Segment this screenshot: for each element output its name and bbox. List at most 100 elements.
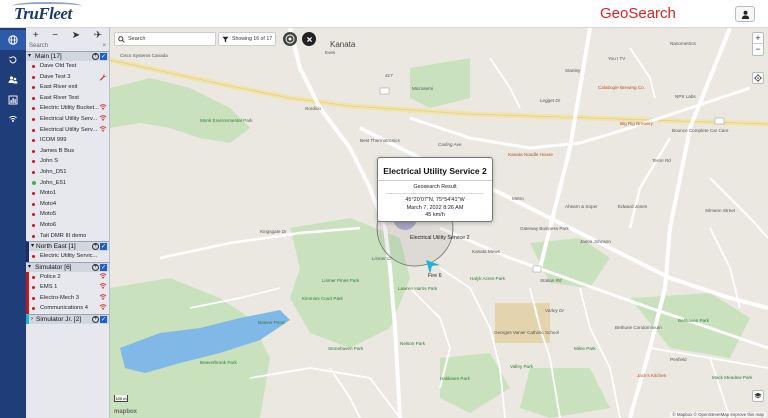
group-header[interactable]: ▾ North East [1] + ✓ <box>26 241 109 252</box>
list-item[interactable]: James B Bus <box>26 146 109 157</box>
zoom-control: + − <box>752 32 764 56</box>
users-nav-button[interactable] <box>0 70 26 90</box>
popup-timestamp: March 7, 2022 8:26 AM <box>406 204 464 211</box>
logo[interactable]: TruFleet <box>14 4 72 24</box>
list-item[interactable]: Dave Test 3 <box>26 72 109 83</box>
radio-nav-button[interactable] <box>0 110 26 130</box>
list-item[interactable]: Communications 4 <box>26 303 109 315</box>
map-label-kanata: Kanata <box>330 40 356 49</box>
list-item[interactable]: Moto5 <box>26 209 109 220</box>
map-label-microsemi: Microsemi <box>412 86 433 91</box>
chevron-right-icon[interactable]: › <box>31 315 33 324</box>
map-label-kingsgate: Kingsgate Dr <box>260 229 287 234</box>
list-item[interactable]: Moto6 <box>26 220 109 231</box>
map-attribution[interactable]: © Mapbox © OpenStreetMap Improve this ma… <box>670 412 766 417</box>
group-visible-checkbox[interactable]: ✓ <box>100 243 107 251</box>
group-visible-checkbox[interactable]: ✓ <box>100 53 107 60</box>
list-item[interactable]: John_D51 <box>26 167 109 178</box>
app-root: TruFleet GeoSearch + − ➤ ✈ Search × ▾ Ma… <box>0 0 768 418</box>
map-label-teron: Teron Rd <box>652 158 671 163</box>
list-item[interactable]: John S <box>26 156 109 167</box>
status-dot <box>32 286 35 290</box>
list-item[interactable]: East River exit <box>26 82 109 93</box>
chevron-down-icon[interactable]: ▾ <box>28 263 31 272</box>
group-visible-checkbox[interactable]: ✓ <box>100 316 107 324</box>
locate-button[interactable] <box>752 72 764 84</box>
sidebar-search-input[interactable]: Search × <box>26 42 109 51</box>
unit-label: Electrical Utility Serv... <box>40 126 98 133</box>
map-label-silmann: Silmann Street <box>705 208 736 213</box>
list-item[interactable]: Electrical Utility Serv... <box>26 125 109 136</box>
map-label-jason-johnson: Jason Johnson <box>580 239 611 244</box>
plane-button[interactable]: ✈ <box>94 30 102 41</box>
list-item[interactable]: EMS 1 <box>26 282 109 293</box>
list-item[interactable]: East River Test <box>26 93 109 104</box>
unit-label: ICOM 999 <box>40 137 67 144</box>
add-to-group-icon[interactable]: + <box>92 263 99 271</box>
list-item[interactable]: Moto1 <box>26 188 109 199</box>
status-dot <box>32 275 35 279</box>
group-visible-checkbox[interactable]: ✓ <box>100 263 107 271</box>
unit-label: Electric Utility Servic... <box>40 253 98 260</box>
map-label-metro: Metro <box>512 196 524 201</box>
list-item[interactable]: Electric Utility Bucket... <box>26 103 109 114</box>
map-label-noodle-house: Kanata Noodle House <box>508 152 553 157</box>
zoom-in-button[interactable]: + <box>753 33 763 44</box>
map-view[interactable]: Kanata Eves Cisco Systems Canada Nordion… <box>110 28 768 418</box>
list-item[interactable]: Tait DMR III demo <box>26 231 109 242</box>
map-label-bethune: Bethune Condominium <box>615 325 662 330</box>
reports-nav-button[interactable] <box>0 90 26 110</box>
user-menu-button[interactable] <box>735 6 755 22</box>
filter-button[interactable]: Showing 16 of 17 <box>218 32 276 46</box>
unit-label: East River exit <box>40 84 78 91</box>
map-label-georges-vanier: Georges Vanier Catholic School <box>494 330 560 335</box>
map-label-bounce: Bounce Complete Car Care <box>672 128 729 133</box>
list-item[interactable]: John_E51 <box>26 178 109 189</box>
unit-label: John S <box>40 158 59 165</box>
street <box>709 357 731 418</box>
status-dot <box>32 223 35 227</box>
map-label-fire6: Fire 6 <box>428 273 442 279</box>
map-label-kanata-mews: Kanata Mews <box>472 249 500 254</box>
map-label-bellhaven: Bellhaven Park <box>678 318 709 323</box>
vehicle-marker-label: Electrical Utility Service 2 <box>410 235 470 241</box>
history-icon <box>9 56 17 64</box>
group-header[interactable]: › Simulator Jr. [2] + ✓ <box>26 314 109 325</box>
remove-button[interactable]: − <box>52 30 58 41</box>
list-item[interactable]: Police 2 <box>26 271 109 283</box>
hwy-shield-49 <box>532 265 542 273</box>
list-item[interactable]: Electro-Mech 3 <box>26 292 109 304</box>
layers-button[interactable] <box>752 390 764 402</box>
chevron-down-icon[interactable]: ▾ <box>31 242 34 251</box>
group-header[interactable]: ▾ Simulator [6] + ✓ <box>26 261 109 272</box>
history-nav-button[interactable] <box>0 50 26 70</box>
list-item[interactable]: Electric Utility Servic... <box>26 251 109 262</box>
add-to-group-icon[interactable]: + <box>92 243 99 251</box>
status-dot <box>32 128 35 132</box>
zoom-out-button[interactable]: − <box>753 44 763 55</box>
clear-geosearch-button[interactable] <box>302 32 316 46</box>
clear-search-icon[interactable]: × <box>102 42 106 51</box>
radio-signal-icon <box>99 304 107 311</box>
mapbox-logo[interactable]: mapbox <box>114 409 137 415</box>
map-label-nelson: Nelson Park <box>400 341 426 346</box>
list-item[interactable]: ICOM 999 <box>26 135 109 146</box>
add-to-group-icon[interactable]: + <box>92 53 99 60</box>
send-button[interactable]: ➤ <box>72 30 80 41</box>
popup-title: Electrical Utility Service 2 <box>383 166 487 176</box>
status-dot <box>32 234 35 238</box>
map-search-input[interactable]: Search <box>114 32 216 46</box>
list-item[interactable]: Dave Old Test <box>26 61 109 72</box>
add-to-group-icon[interactable]: + <box>92 316 99 324</box>
chevron-down-icon[interactable]: ▾ <box>28 52 31 61</box>
map-search-placeholder: Search <box>128 36 146 42</box>
globe-nav-button[interactable] <box>0 30 26 50</box>
map-label-big-rig: Big Rig Brewery <box>620 121 653 126</box>
geosearch-toggle-button[interactable] <box>283 32 297 46</box>
add-button[interactable]: + <box>33 30 39 41</box>
map-label-gateway: Gateway Business Park <box>520 226 569 231</box>
map-label-stonehaven: Stonehaven Park <box>328 346 364 351</box>
group-header[interactable]: ▾ Main [17] + ✓ <box>26 51 109 61</box>
list-item[interactable]: Moto4 <box>26 199 109 210</box>
list-item[interactable]: Electrical Utility Serv... <box>26 114 109 125</box>
